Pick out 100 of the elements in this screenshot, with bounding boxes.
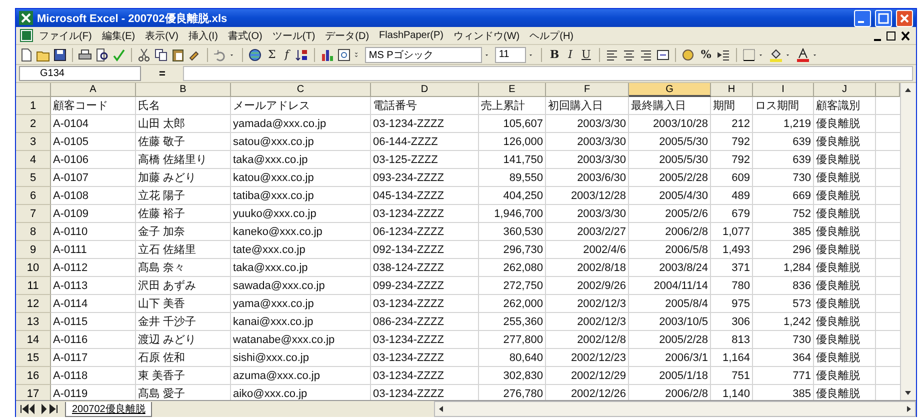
percent-button[interactable]: % <box>698 48 714 61</box>
column-header[interactable]: I <box>753 83 814 97</box>
table-cell: tatiba@xxx.co.jp <box>231 187 371 205</box>
workbook-icon[interactable] <box>20 29 33 42</box>
table-cell: 404,250 <box>479 187 546 205</box>
font-color-icon[interactable] <box>796 48 810 62</box>
printer-icon[interactable] <box>78 48 92 62</box>
row-header[interactable]: 12 <box>16 295 51 313</box>
row-header[interactable]: 1 <box>16 97 51 115</box>
table-cell: 126,000 <box>479 133 546 151</box>
window-title: Microsoft Excel - 200702優良離脱.xls <box>37 12 228 26</box>
table-cell: 優良離脱 <box>814 349 876 367</box>
row-header[interactable]: 10 <box>16 259 51 277</box>
spelling-check-icon[interactable] <box>112 48 126 62</box>
row-header[interactable]: 4 <box>16 151 51 169</box>
column-header[interactable]: A <box>51 83 136 97</box>
header-cell: 売上累計 <box>479 97 546 115</box>
table-cell: 高橋 佐緒里り <box>136 151 231 169</box>
column-header[interactable]: G <box>629 83 711 97</box>
table-cell: yamada@xxx.co.jp <box>231 115 371 133</box>
sort-ascending-icon[interactable] <box>294 48 309 62</box>
font-size-field[interactable]: 11 <box>494 46 526 62</box>
menu-item[interactable]: データ(D) <box>321 28 374 42</box>
table-cell: A-0118 <box>51 367 136 385</box>
autosum-button[interactable]: Σ <box>265 48 279 61</box>
row-header[interactable]: 2 <box>16 115 51 133</box>
row-header[interactable]: 14 <box>16 331 51 349</box>
table-cell: 優良離脱 <box>814 277 876 295</box>
clipboard-icon[interactable] <box>171 48 185 62</box>
bold-button[interactable]: B <box>546 48 562 61</box>
spreadsheet-app-icon <box>19 11 33 25</box>
menu-item[interactable]: FlashPaper(P) <box>375 30 448 41</box>
function-button[interactable]: f <box>282 48 292 61</box>
row-header[interactable]: 13 <box>16 313 51 331</box>
row-header[interactable]: 16 <box>16 367 51 385</box>
table-cell: 255,360 <box>479 313 546 331</box>
align-center-icon[interactable] <box>622 48 636 62</box>
column-header[interactable]: F <box>546 83 629 97</box>
column-header[interactable]: H <box>711 83 753 97</box>
formula-input-field[interactable] <box>183 66 913 81</box>
table-cell: A-0105 <box>51 133 136 151</box>
font-name-field[interactable]: MS Pゴシック <box>364 46 482 62</box>
italic-button[interactable]: I <box>565 48 576 61</box>
menu-item[interactable]: 書式(O) <box>224 28 266 42</box>
row-header[interactable]: 11 <box>16 277 51 295</box>
menu-item[interactable]: 表示(V) <box>141 28 182 42</box>
table-cell: A-0104 <box>51 115 136 133</box>
scissors-icon[interactable] <box>137 48 151 62</box>
row-header[interactable]: 9 <box>16 241 51 259</box>
column-header[interactable]: E <box>479 83 546 97</box>
fill-bucket-icon[interactable] <box>769 48 784 62</box>
copy-icon[interactable] <box>154 48 168 62</box>
column-header[interactable]: B <box>136 83 231 97</box>
print-preview-icon[interactable] <box>95 48 109 62</box>
align-left-icon[interactable] <box>604 48 619 62</box>
bar-chart-icon[interactable] <box>320 48 334 62</box>
table-cell: 2002/4/6 <box>546 241 629 259</box>
merge-cells-icon[interactable] <box>656 48 670 62</box>
menu-item[interactable]: ウィンドウ(W) <box>450 28 524 42</box>
table-cell: 2005/2/6 <box>629 205 711 223</box>
row-header[interactable]: 7 <box>16 205 51 223</box>
table-cell: 093-234-ZZZZ <box>371 169 479 187</box>
header-cell: 顧客コード <box>51 97 136 115</box>
globe-icon[interactable] <box>248 48 262 62</box>
new-document-icon[interactable] <box>19 48 33 62</box>
menu-item[interactable]: ヘルプ(H) <box>526 28 578 42</box>
column-header[interactable]: C <box>231 83 371 97</box>
underline-button[interactable]: U <box>578 48 594 61</box>
save-icon[interactable] <box>53 48 67 62</box>
align-right-icon[interactable] <box>638 48 653 62</box>
table-cell: 2006/2/8 <box>629 223 711 241</box>
table-cell: 03-1234-ZZZZ <box>371 205 479 223</box>
table-cell: 優良離脱 <box>814 187 876 205</box>
row-header[interactable]: 3 <box>16 133 51 151</box>
sheet-tab[interactable]: 200702優良離脱 <box>65 402 152 416</box>
indent-icon[interactable] <box>717 48 732 62</box>
row-header[interactable]: 17 <box>16 385 51 400</box>
menu-item[interactable]: 挿入(I) <box>184 28 222 42</box>
menu-item[interactable]: 編集(E) <box>98 28 140 42</box>
maximize-icon[interactable] <box>875 10 892 26</box>
borders-icon[interactable] <box>742 48 756 62</box>
undo-icon[interactable] <box>213 48 227 62</box>
row-header[interactable]: 8 <box>16 223 51 241</box>
name-box[interactable]: G134 <box>19 66 141 81</box>
horizontal-scrollbar[interactable] <box>434 401 916 417</box>
menu-item[interactable]: ツール(T) <box>268 28 320 42</box>
table-cell: 385 <box>753 223 814 241</box>
table-cell: 792 <box>711 133 753 151</box>
row-header[interactable]: 5 <box>16 169 51 187</box>
column-header[interactable]: D <box>371 83 479 97</box>
minimize-icon[interactable] <box>854 10 871 26</box>
row-header[interactable]: 6 <box>16 187 51 205</box>
vertical-scrollbar[interactable] <box>900 83 916 400</box>
table-cell: 1,284 <box>753 259 814 277</box>
row-header[interactable]: 15 <box>16 349 51 367</box>
column-header[interactable]: J <box>814 83 876 97</box>
document-window-controls-icon[interactable] <box>872 30 912 42</box>
table-cell: 302,830 <box>479 367 546 385</box>
close-icon[interactable] <box>896 10 913 26</box>
menu-item[interactable]: ファイル(F) <box>35 28 96 42</box>
